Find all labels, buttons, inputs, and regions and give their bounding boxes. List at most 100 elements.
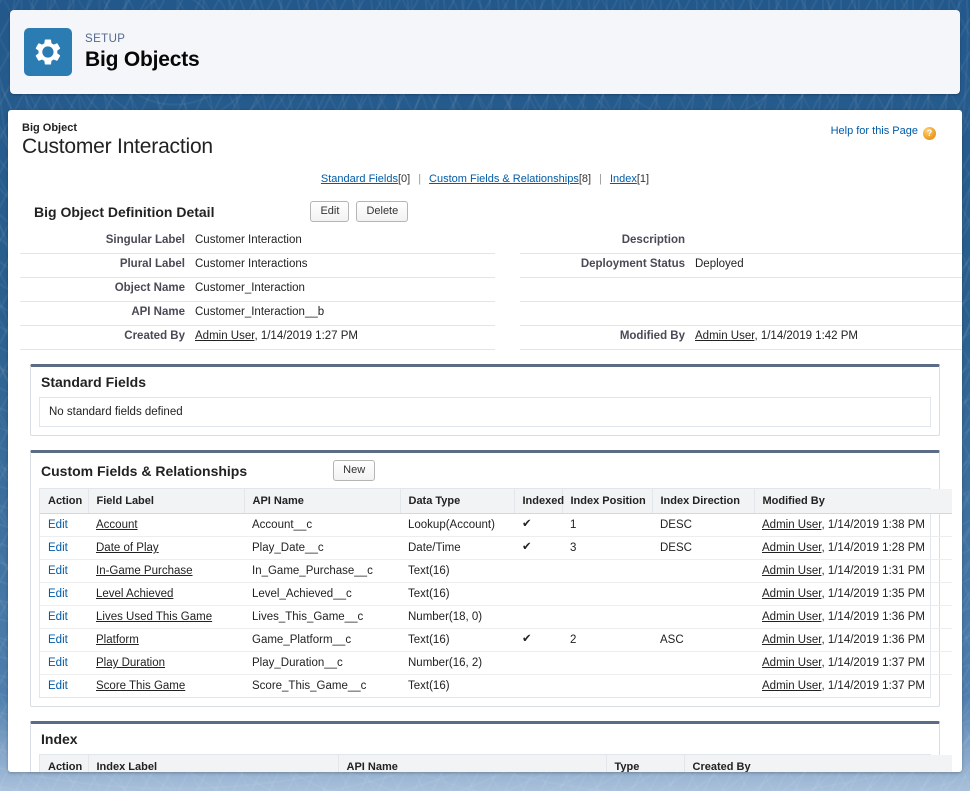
edit-field-link[interactable]: Edit	[48, 542, 68, 554]
cell-action: Edit	[40, 605, 88, 629]
jump-link-index[interactable]: Index	[610, 173, 637, 185]
custom-fields-table-body: Edit Account Account__c Lookup(Account) …	[40, 513, 952, 698]
detail-value-empty	[695, 277, 962, 302]
cell-api-name: In_Game_Purchase__c	[244, 559, 400, 583]
cell-data-type: Text(16)	[400, 582, 514, 606]
modified-by-user-link[interactable]: Admin User	[762, 542, 821, 554]
modified-by-user-link[interactable]: Admin User	[762, 657, 821, 669]
column-header-api-name[interactable]: API Name	[338, 755, 607, 772]
field-label-link[interactable]: Lives Used This Game	[96, 611, 212, 623]
created-by-user-link[interactable]: Admin User	[195, 330, 254, 342]
edit-field-link[interactable]: Edit	[48, 657, 68, 669]
modified-by-user-link[interactable]: Admin User	[762, 611, 821, 623]
modified-by-user-link[interactable]: Admin User	[762, 565, 821, 577]
detail-value-object-name: Customer_Interaction	[195, 277, 495, 302]
standard-fields-panel: Standard Fields No standard fields defin…	[30, 364, 940, 436]
cell-index-direction: DESC	[652, 513, 754, 537]
modified-by-user-link[interactable]: Admin User	[762, 634, 821, 646]
cell-data-type: Text(16)	[400, 559, 514, 583]
gear-icon	[24, 28, 72, 76]
detail-row: Singular Label Customer Interaction Desc…	[20, 230, 962, 254]
table-row: Edit Lives Used This Game Lives_This_Gam…	[40, 605, 952, 629]
modified-by-user-link[interactable]: Admin User	[762, 519, 821, 531]
modified-by-user-link[interactable]: Admin User	[695, 330, 754, 342]
jump-links: Standard Fields[0] | Custom Fields & Relat…	[20, 159, 950, 189]
column-header-field-label[interactable]: Field Label	[88, 489, 245, 514]
column-header-action[interactable]: Action	[40, 489, 89, 514]
setup-header-card: SETUP Big Objects	[10, 10, 960, 94]
table-row: Edit Date of Play Play_Date__c Date/Time…	[40, 536, 952, 560]
field-label-link[interactable]: Score This Game	[96, 680, 185, 692]
column-header-action[interactable]: Action	[40, 755, 89, 772]
detail-label-description: Description	[520, 230, 695, 254]
column-header-indexed[interactable]: Indexed	[514, 489, 564, 514]
modified-by-user-link[interactable]: Admin User	[762, 588, 821, 600]
cell-field-label: Platform	[88, 628, 244, 652]
detail-label-api-name: API Name	[20, 301, 195, 326]
cell-indexed-checkmark-icon	[514, 675, 562, 698]
jump-link-index-count: [1]	[636, 173, 650, 185]
cell-data-type: Text(16)	[400, 628, 514, 652]
edit-field-link[interactable]: Edit	[48, 634, 68, 646]
cell-api-name: Score_This_Game__c	[252, 680, 367, 692]
edit-field-link[interactable]: Edit	[48, 565, 68, 577]
field-label-link[interactable]: Level Achieved	[96, 588, 173, 600]
record-kicker: Big Object	[22, 122, 78, 134]
column-header-created-by[interactable]: Created By	[684, 755, 952, 772]
cell-field-label: Date of Play	[88, 536, 244, 560]
cell-action: Edit	[40, 651, 88, 675]
column-header-data-type[interactable]: Data Type	[400, 489, 515, 514]
edit-field-link[interactable]: Edit	[48, 588, 68, 600]
column-header-api-name[interactable]: API Name	[244, 489, 401, 514]
field-label-link[interactable]: Account	[96, 519, 138, 531]
cell-api-name: Game_Platform__c	[244, 628, 400, 652]
cell-action: Edit	[40, 559, 88, 583]
field-label-link[interactable]: Play Duration	[96, 657, 165, 669]
new-custom-field-button[interactable]: New	[333, 460, 376, 481]
cell-index-position	[562, 582, 652, 606]
cell-field-label: Play Duration	[88, 651, 244, 675]
edit-field-link[interactable]: Edit	[48, 680, 68, 692]
jump-link-custom-fields[interactable]: Custom Fields & Relationships	[429, 173, 579, 185]
table-row: Edit Platform Game_Platform__c Text(16) …	[40, 628, 952, 652]
standard-fields-body: No standard fields defined	[39, 397, 931, 427]
cell-action: Edit	[40, 628, 88, 652]
detail-label-singular-label: Singular Label	[20, 230, 195, 254]
detail-value-singular-label: Customer Interaction	[195, 230, 495, 254]
cell-action: Edit	[40, 582, 88, 606]
field-label-link[interactable]: Date of Play	[96, 542, 159, 554]
jump-link-standard-fields[interactable]: Standard Fields	[321, 173, 398, 185]
setup-title-group: SETUP Big Objects	[85, 33, 200, 71]
edit-button[interactable]: Edit	[310, 201, 350, 222]
help-link-label: Help for this Page	[830, 125, 918, 137]
jump-link-standard-fields-label: Standard Fields	[320, 173, 398, 185]
cell-index-direction: DESC	[652, 536, 754, 560]
help-for-this-page-link[interactable]: Help for this Page?	[831, 125, 936, 140]
cell-index-position	[562, 559, 652, 583]
column-header-type[interactable]: Type	[606, 755, 685, 772]
cell-field-label: Score This Game	[88, 675, 244, 698]
page-title: Customer Interaction	[22, 135, 213, 158]
cell-index-position	[562, 651, 652, 675]
column-header-index-label[interactable]: Index Label	[88, 755, 339, 772]
edit-field-link[interactable]: Edit	[48, 611, 68, 623]
cell-field-label: In-Game Purchase	[88, 559, 244, 583]
modified-by-user-link[interactable]: Admin User	[762, 680, 821, 692]
column-header-index-direction[interactable]: Index Direction	[652, 489, 755, 514]
cell-modified-by: Admin User, 1/14/2019 1:36 PM	[754, 628, 952, 652]
cell-data-type: Text(16)	[408, 680, 450, 692]
cell-field-label: Account	[88, 513, 244, 537]
cell-indexed-checkmark-icon: ✔	[514, 536, 562, 560]
custom-fields-table: Action Field Label API Name Data Type In…	[40, 489, 952, 697]
page-root: SETUP Big Objects Big Object Customer In…	[0, 0, 970, 791]
help-icon[interactable]: ?	[923, 127, 936, 140]
column-header-modified-by[interactable]: Modified By	[754, 489, 952, 514]
edit-field-link[interactable]: Edit	[48, 519, 68, 531]
column-header-index-position[interactable]: Index Position	[562, 489, 653, 514]
field-label-link[interactable]: Platform	[96, 634, 139, 646]
delete-button[interactable]: Delete	[356, 201, 409, 222]
cell-data-type: Number(16, 2)	[400, 651, 514, 675]
cell-indexed-checkmark-icon	[514, 605, 562, 629]
field-label-link[interactable]: In-Game Purchase	[96, 565, 193, 577]
table-header-row: Action Field Label API Name Data Type In…	[40, 489, 952, 514]
